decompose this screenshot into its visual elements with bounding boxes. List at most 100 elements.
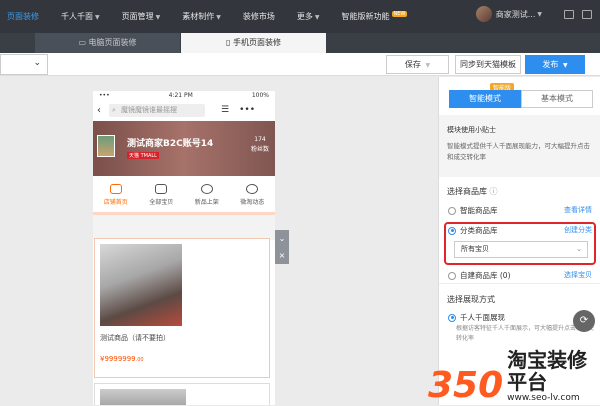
watermark-url: www.seo-lv.com: [507, 393, 580, 403]
close-icon[interactable]: ×: [275, 247, 289, 264]
caret-down-icon: ▼: [425, 62, 431, 69]
more-icon[interactable]: •••: [239, 105, 255, 115]
chevron-down-icon: ⌄: [576, 245, 582, 253]
radio-label: 分类商品库: [460, 226, 498, 235]
page-dropdown[interactable]: ⌄: [0, 54, 48, 75]
select-items-link[interactable]: 选择宝贝: [564, 270, 592, 280]
shop-name: 测试商家B2C账号14: [127, 139, 214, 149]
publish-button[interactable]: 发布 ▼: [525, 55, 585, 74]
nav-label: 装修市场: [242, 12, 275, 21]
refresh-icon[interactable]: ⟳: [573, 310, 595, 332]
nav-label: 智能版新功能: [341, 12, 390, 21]
radio-icon: [448, 271, 456, 280]
module-controls: ⌄ ×: [275, 230, 289, 264]
shop-nav-label: 全部宝贝: [149, 199, 174, 206]
toolbar: ⌄ 保存 ▼ 同步到天猫模板 发布 ▼: [0, 53, 600, 76]
caret-down-icon: ▼: [314, 14, 320, 21]
mode-tabs: 智能模式 基本模式: [449, 90, 593, 108]
shop-nav-new[interactable]: 新品上架: [184, 176, 230, 211]
phone-time: 4:21 PM: [168, 92, 193, 99]
tab-basic-mode[interactable]: 基本模式: [521, 90, 593, 108]
nav-material[interactable]: 素材制作 ▼: [182, 11, 221, 22]
tab-strip: ▭ 电脑页面装修 ▯ 手机页面装修: [0, 33, 600, 53]
radio-label: 自建商品库 (0): [460, 271, 511, 280]
publish-label: 发布: [542, 60, 559, 69]
radio-category-library[interactable]: 分类商品库: [448, 225, 498, 236]
sync-tmall-button[interactable]: 同步到天猫模板: [455, 55, 521, 74]
shop-banner: 测试商家B2C账号14 天猫 TMALL 174 粉丝数: [93, 121, 275, 176]
shop-logo: [97, 135, 115, 157]
select-value: 所有宝贝: [461, 245, 489, 253]
user-menu[interactable]: 商家测试... ▼: [475, 6, 542, 22]
list-icon[interactable]: ☰: [221, 105, 229, 115]
tab-smart-mode[interactable]: 智能模式: [449, 90, 521, 108]
chevron-down-icon[interactable]: ⌄: [275, 230, 289, 247]
phone-status-bar: ••• 4:21 PM 100%: [93, 91, 275, 101]
nav-personalization[interactable]: 千人千面 ▼: [61, 11, 100, 22]
goods-icon: [155, 184, 168, 194]
price-main: ¥9999999: [100, 355, 136, 363]
tab-pc[interactable]: ▭ 电脑页面装修: [35, 33, 180, 53]
product-name: 测试商品（请不要拍）: [100, 334, 170, 342]
tab-mobile[interactable]: ▯ 手机页面装修: [181, 33, 326, 53]
message-icon[interactable]: [564, 10, 574, 19]
radio-icon: [448, 313, 456, 322]
watermark-number: 350: [428, 365, 504, 406]
radio-thousand-faces[interactable]: 千人千面展现: [448, 312, 505, 323]
nav-label: 素材制作: [182, 12, 215, 21]
nav-label: 页面装修: [7, 12, 39, 21]
radio-icon: [448, 226, 456, 235]
divider: [439, 283, 600, 284]
product-image: [100, 389, 186, 405]
nav-page-decoration[interactable]: 页面装修: [7, 11, 39, 22]
tab-label: 电脑页面装修: [88, 38, 137, 47]
product-price: ¥9999999.00: [100, 355, 144, 363]
tip-box: 模块使用小贴士 智能模式提供千人千面展现能力，可大幅提升点击和成交转化率: [439, 115, 600, 177]
shop-nav: 店铺首页 全部宝贝 新品上架 微淘动态: [93, 176, 275, 211]
create-category-link[interactable]: 创建分类: [564, 225, 592, 235]
shop-nav-home[interactable]: 店铺首页: [93, 176, 139, 211]
shop-nav-all[interactable]: 全部宝贝: [139, 176, 185, 211]
display-section-title: 选择展现方式: [447, 295, 495, 304]
nav-page-management[interactable]: 页面管理 ▼: [122, 11, 161, 22]
save-label: 保存: [404, 60, 421, 69]
caret-down-icon: ▼: [155, 14, 161, 21]
view-details-link[interactable]: 查看详情: [564, 205, 592, 215]
new-badge: NEW: [391, 11, 408, 17]
shop-icon: [109, 184, 122, 194]
section-label: 选择商品库: [447, 187, 487, 196]
nav-new-features[interactable]: 智能版新功能 NEW: [342, 11, 408, 22]
user-name: 商家测试...: [495, 9, 536, 19]
shop-nav-label: 微淘动态: [240, 199, 265, 206]
radio-smart-library[interactable]: 智能商品库: [448, 205, 498, 216]
grid-icon[interactable]: [582, 10, 592, 19]
top-bar: 页面装修 千人千面 ▼ 页面管理 ▼ 素材制作 ▼ 装修市场 更多 ▼ 智能版新功能 NE…: [0, 0, 600, 33]
nav-label: 千人千面: [61, 12, 93, 21]
library-section-title: 选择商品库 ⓘ: [447, 186, 498, 197]
radio-label: 智能商品库: [460, 206, 498, 215]
product-card[interactable]: 测试商品（请不要拍） ¥9999999.00: [94, 238, 270, 378]
info-icon[interactable]: ⓘ: [490, 187, 498, 196]
shop-nav-label: 新品上架: [194, 199, 219, 206]
phone-preview: ••• 4:21 PM 100% ‹ ⌕ 魔镜魔镜谁最摇摆 ☰ ••• 测试商家…: [93, 91, 275, 405]
preview-canvas: ••• 4:21 PM 100% ‹ ⌕ 魔镜魔镜谁最摇摆 ☰ ••• 测试商家…: [0, 77, 437, 405]
product-image: [100, 244, 182, 326]
back-icon[interactable]: ‹: [97, 105, 101, 116]
shop-nav-feed[interactable]: 微淘动态: [230, 176, 276, 211]
caret-down-icon: ▼: [216, 14, 221, 21]
nav-market[interactable]: 装修市场: [243, 11, 275, 22]
nav-more[interactable]: 更多 ▼: [297, 11, 320, 22]
tmall-badge: 天猫 TMALL: [127, 152, 159, 159]
new-arrivals-icon: [200, 184, 213, 194]
search-placeholder: 魔镜魔镜谁最摇摆: [121, 105, 177, 114]
category-select[interactable]: 所有宝贝 ⌄: [454, 241, 588, 258]
phone-search-row: ‹ ⌕ 魔镜魔镜谁最摇摆 ☰ •••: [93, 101, 275, 119]
product-card[interactable]: [94, 383, 270, 405]
sync-label: 同步到天猫模板: [460, 60, 516, 69]
save-button[interactable]: 保存 ▼: [386, 55, 449, 74]
caret-down-icon: ▼: [562, 62, 568, 69]
radio-custom-library[interactable]: 自建商品库 (0): [448, 270, 511, 281]
radio-icon: [448, 206, 456, 215]
phone-search-box[interactable]: ⌕ 魔镜魔镜谁最摇摆: [109, 103, 205, 117]
fans-count: 174 粉丝数: [251, 135, 269, 155]
